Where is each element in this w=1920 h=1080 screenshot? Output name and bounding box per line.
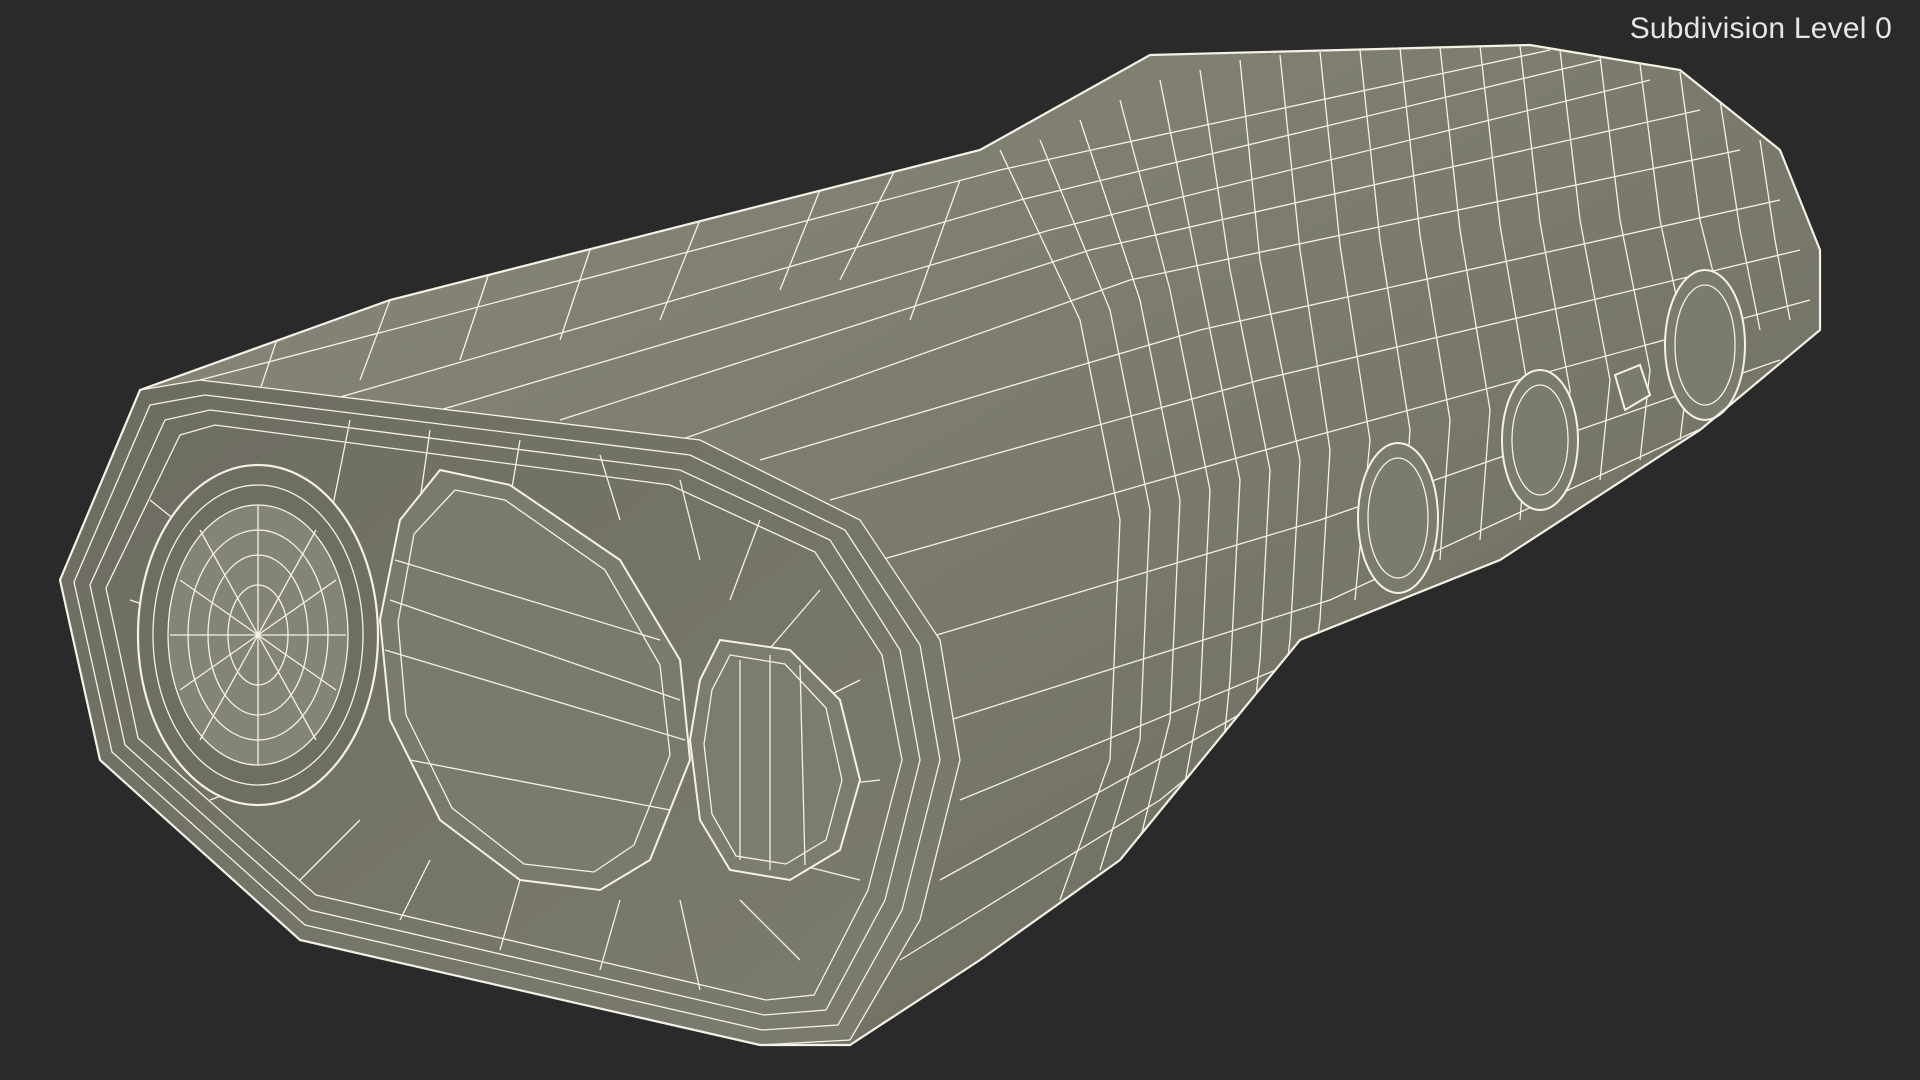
side-button-1: [1357, 442, 1439, 594]
side-button-2: [1501, 369, 1579, 511]
wireframe-model: [58, 43, 1822, 1047]
subdivision-level-label: Subdivision Level 0: [1629, 12, 1892, 45]
lens-left: [136, 463, 380, 807]
side-button-3: [1664, 269, 1746, 421]
3d-viewport[interactable]: Subdivision Level 0: [0, 0, 1920, 1080]
